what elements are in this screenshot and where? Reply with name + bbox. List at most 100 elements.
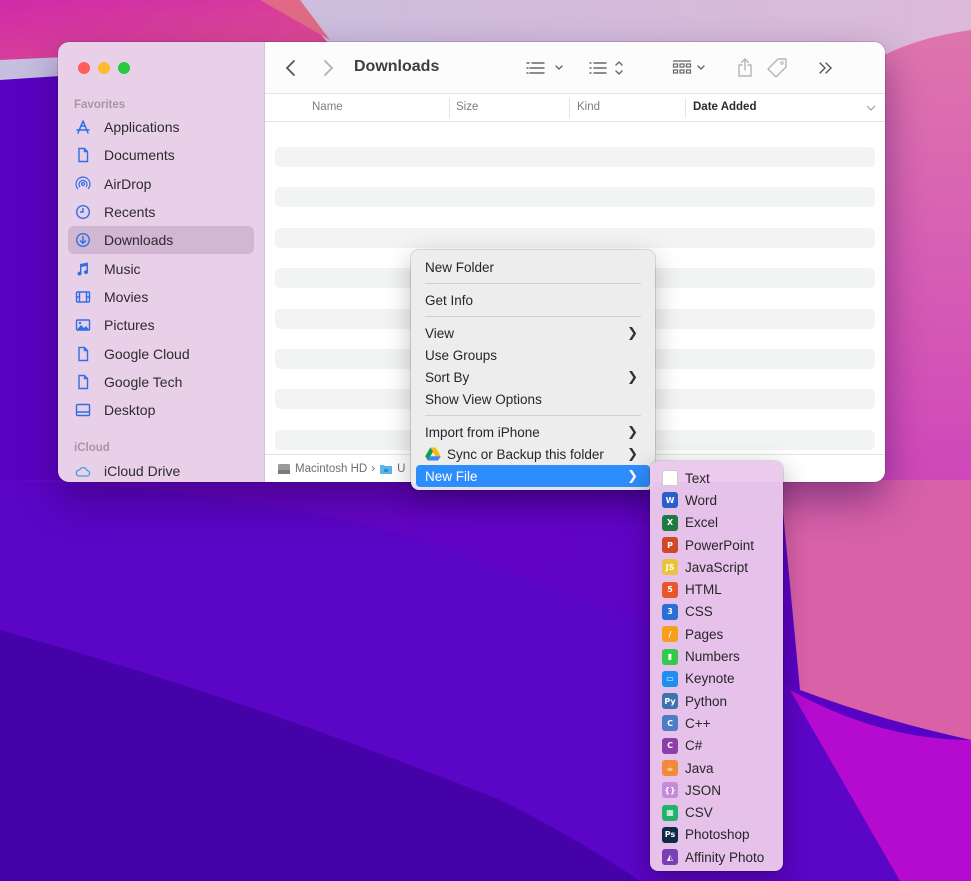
grid-icon	[672, 60, 705, 74]
path-item-user[interactable]: U	[379, 463, 405, 475]
forward-button[interactable]	[322, 56, 334, 80]
submenu-item-pages[interactable]: / Pages	[650, 623, 783, 645]
sidebar-item-icloud-drive[interactable]: iCloud Drive	[68, 457, 254, 482]
submenu-item-text[interactable]: Text	[650, 467, 783, 489]
photoshop-icon: Ps	[662, 826, 678, 843]
submenu-item-java[interactable]: ☕ Java	[650, 757, 783, 779]
sidebar-item-music[interactable]: Music	[68, 255, 254, 283]
json-icon: {}	[662, 782, 678, 799]
clock-icon	[74, 203, 92, 221]
submenu-item-csv[interactable]: ▦ CSV	[650, 801, 783, 823]
submenu-item-label: JavaScript	[685, 559, 749, 575]
menu-item-sync-backup[interactable]: Sync or Backup this folder ❯	[416, 443, 650, 465]
chevron-right-icon: ❯	[627, 446, 638, 461]
menu-item-show-view-options[interactable]: Show View Options	[416, 388, 650, 410]
column-kind[interactable]: Kind	[577, 101, 600, 113]
cloud-icon	[74, 462, 92, 480]
menu-item-new-file[interactable]: New File ❯	[416, 465, 650, 487]
menu-item-use-groups[interactable]: Use Groups	[416, 344, 650, 366]
menu-separator	[425, 283, 641, 284]
sidebar-item-recents[interactable]: Recents	[68, 198, 254, 226]
sidebar-item-downloads[interactable]: Downloads	[68, 226, 254, 254]
column-name[interactable]: Name	[312, 101, 343, 113]
applications-icon	[74, 118, 92, 136]
submenu-item-excel[interactable]: X Excel	[650, 512, 783, 534]
submenu-item-word[interactable]: W Word	[650, 489, 783, 511]
sidebar-item-label: Recents	[104, 204, 156, 220]
submenu-item-label: Photoshop	[685, 827, 750, 843]
submenu-item-label: Java	[685, 760, 714, 776]
menu-item-view[interactable]: View ❯	[416, 322, 650, 344]
sidebar-item-google-tech[interactable]: Google Tech	[68, 368, 254, 396]
column-divider[interactable]	[685, 98, 686, 118]
list-row[interactable]	[275, 228, 875, 248]
submenu-item-python[interactable]: Py Python	[650, 690, 783, 712]
submenu-item-javascript[interactable]: JS JavaScript	[650, 556, 783, 578]
cpp-icon: C	[662, 715, 678, 732]
sidebar-item-label: Documents	[104, 147, 175, 163]
menu-item-new-folder[interactable]: New Folder	[416, 256, 650, 278]
menu-item-get-info[interactable]: Get Info	[416, 289, 650, 311]
path-item-macintosh-hd[interactable]: Macintosh HD	[277, 463, 367, 475]
list-row[interactable]	[275, 147, 875, 167]
sidebar-item-label: Pictures	[104, 317, 155, 333]
submenu-item-label: Keynote	[685, 671, 735, 687]
sidebar-item-google-cloud[interactable]: Google Cloud	[68, 340, 254, 368]
submenu-item-label: CSV	[685, 805, 713, 821]
submenu-item-label: Text	[685, 470, 710, 486]
window-title: Downloads	[354, 58, 440, 75]
sidebar-item-desktop[interactable]: Desktop	[68, 396, 254, 424]
column-divider[interactable]	[569, 98, 570, 118]
gallery-button[interactable]	[672, 56, 712, 80]
more-toolbar-button[interactable]	[818, 56, 834, 80]
submenu-item-label: Affinity Photo	[685, 849, 765, 865]
pages-icon: /	[662, 626, 678, 643]
submenu-item-numbers[interactable]: ▮ Numbers	[650, 645, 783, 667]
html5-icon: 5	[662, 581, 678, 598]
submenu-item-powerpoint[interactable]: P PowerPoint	[650, 534, 783, 556]
submenu-item-c-[interactable]: C C++	[650, 712, 783, 734]
chevron-right-icon: ❯	[627, 468, 638, 483]
affinity-photo-icon: ◭	[662, 849, 678, 866]
path-separator: ›	[371, 462, 376, 475]
menu-separator	[425, 316, 641, 317]
share-button[interactable]	[736, 56, 754, 80]
submenu-item-photoshop[interactable]: Ps Photoshop	[650, 824, 783, 846]
close-button[interactable]	[78, 62, 90, 74]
sidebar-section-icloud: iCloud	[74, 442, 110, 454]
submenu-item-html[interactable]: 5 HTML	[650, 578, 783, 600]
python-icon: Py	[662, 693, 678, 710]
submenu-item-affinity-photo[interactable]: ◭ Affinity Photo	[650, 846, 783, 868]
group-icon	[589, 61, 623, 75]
view-options-button[interactable]	[525, 56, 565, 80]
sidebar-item-applications[interactable]: Applications	[68, 113, 254, 141]
sidebar-item-movies[interactable]: Movies	[68, 283, 254, 311]
csv-icon: ▦	[662, 804, 678, 821]
sidebar-item-airdrop[interactable]: AirDrop	[68, 170, 254, 198]
tag-button[interactable]	[765, 56, 789, 80]
submenu-item-css[interactable]: 3 CSS	[650, 601, 783, 623]
submenu-item-keynote[interactable]: ▭ Keynote	[650, 668, 783, 690]
list-row[interactable]	[275, 187, 875, 207]
menu-item-import-from-iphone[interactable]: Import from iPhone ❯	[416, 421, 650, 443]
toolbar: Downloads	[265, 42, 885, 94]
sort-chevron-icon[interactable]	[866, 105, 876, 111]
music-note-icon	[74, 260, 92, 278]
column-date-added[interactable]: Date Added	[693, 101, 756, 113]
minimize-button[interactable]	[98, 62, 110, 74]
sidebar-item-label: AirDrop	[104, 176, 152, 192]
column-header: Name Size Kind Date Added	[265, 94, 885, 122]
column-size[interactable]: Size	[456, 101, 478, 113]
submenu-item-c-[interactable]: C C#	[650, 735, 783, 757]
sidebar: Favorites Applications Documents AirDrop…	[58, 42, 265, 482]
menu-item-sort-by[interactable]: Sort By ❯	[416, 366, 650, 388]
back-button[interactable]	[285, 56, 297, 80]
sidebar-item-documents[interactable]: Documents	[68, 141, 254, 169]
submenu-item-json[interactable]: {} JSON	[650, 779, 783, 801]
column-divider[interactable]	[449, 98, 450, 118]
zoom-button[interactable]	[118, 62, 130, 74]
group-button[interactable]	[588, 56, 626, 80]
google-drive-icon	[425, 447, 441, 461]
airdrop-icon	[74, 175, 92, 193]
sidebar-item-pictures[interactable]: Pictures	[68, 311, 254, 339]
